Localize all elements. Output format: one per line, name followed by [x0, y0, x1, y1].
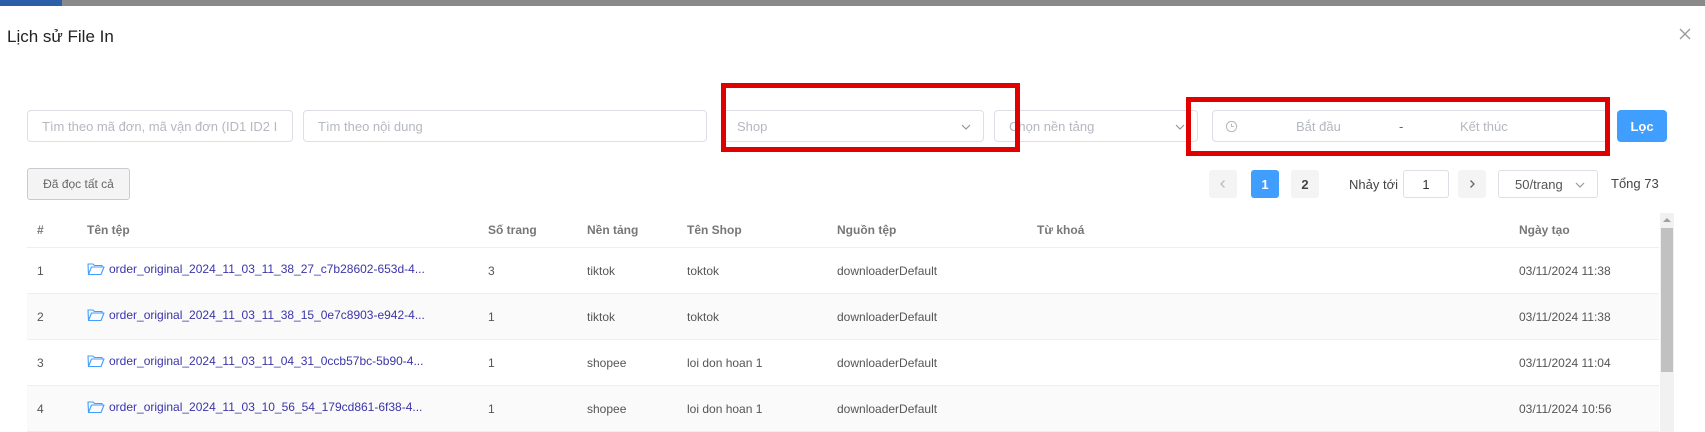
content-search-field[interactable] — [303, 110, 707, 142]
cell-created: 03/11/2024 11:38 — [1519, 310, 1611, 324]
cell-platform: tiktok — [587, 264, 616, 278]
table-row: 3 order_original_2024_11_03_11_04_31_0cc… — [27, 340, 1659, 386]
chevron-right-icon — [1470, 180, 1475, 188]
shop-select[interactable]: Shop — [722, 110, 984, 142]
window-top-bar — [0, 0, 1705, 6]
cell-platform: shopee — [587, 356, 627, 370]
date-start-input[interactable]: Bắt đầu — [1296, 119, 1341, 134]
clock-icon — [1225, 120, 1238, 133]
file-name-link[interactable]: order_original_2024_11_03_11_04_31_0ccb5… — [109, 354, 423, 368]
jump-to-label: Nhảy tới — [1349, 177, 1398, 192]
cell-file-name[interactable]: order_original_2024_11_03_11_04_31_0ccb5… — [87, 354, 423, 368]
cell-file-name[interactable]: order_original_2024_11_03_10_56_54_179cd… — [87, 400, 422, 414]
cell-created: 03/11/2024 11:38 — [1519, 264, 1611, 278]
scroll-up-icon[interactable] — [1662, 216, 1672, 224]
page-2-button[interactable]: 2 — [1291, 170, 1319, 198]
chevron-left-icon — [1220, 180, 1225, 188]
cell-index: 4 — [37, 402, 44, 416]
content-search-input[interactable] — [318, 118, 706, 134]
table-row: 2 order_original_2024_11_03_11_38_15_0e7… — [27, 294, 1659, 340]
folder-icon — [87, 309, 105, 322]
cell-pages: 1 — [488, 310, 495, 324]
table-header: # Tên tệp Số trang Nền tảng Tên Shop Ngu… — [27, 213, 1659, 248]
jump-to-input[interactable]: 1 — [1403, 170, 1449, 198]
folder-icon — [87, 355, 105, 368]
table-row: 1 order_original_2024_11_03_11_38_27_c7b… — [27, 248, 1659, 294]
scrollbar-thumb[interactable] — [1661, 228, 1673, 372]
header-source: Nguồn tệp — [837, 223, 897, 237]
platform-select-placeholder: Chọn nền tảng — [1009, 118, 1095, 134]
cell-source: downloaderDefault — [837, 264, 938, 278]
cell-index: 2 — [37, 310, 44, 324]
top-bar-accent — [0, 0, 62, 6]
order-search-input[interactable] — [42, 118, 292, 134]
table-row: 4 order_original_2024_11_03_10_56_54_179… — [27, 386, 1659, 432]
chevron-down-icon — [1175, 124, 1185, 130]
cell-index: 1 — [37, 264, 44, 278]
platform-select[interactable]: Chọn nền tảng — [994, 110, 1198, 142]
page-size-select[interactable]: 50/trang — [1498, 170, 1598, 198]
folder-icon — [87, 401, 105, 414]
cell-created: 03/11/2024 10:56 — [1519, 402, 1612, 416]
cell-created: 03/11/2024 11:04 — [1519, 356, 1611, 370]
cell-source: downloaderDefault — [837, 402, 938, 416]
cell-index: 3 — [37, 356, 44, 370]
cell-platform: shopee — [587, 402, 627, 416]
modal-title: Lịch sử File In — [7, 27, 114, 46]
header-pages: Số trang — [488, 223, 537, 237]
header-platform: Nền tảng — [587, 223, 639, 237]
file-name-link[interactable]: order_original_2024_11_03_11_38_27_c7b28… — [109, 262, 425, 276]
close-icon[interactable] — [1677, 26, 1693, 42]
date-range-picker[interactable]: Bắt đầu - Kết thúc — [1212, 110, 1609, 142]
cell-shop: loi don hoan 1 — [687, 356, 763, 370]
cell-source: downloaderDefault — [837, 310, 938, 324]
cell-file-name[interactable]: order_original_2024_11_03_11_38_27_c7b28… — [87, 262, 425, 276]
chevron-down-icon — [961, 124, 971, 130]
cell-shop: toktok — [687, 264, 720, 278]
shop-select-placeholder: Shop — [737, 118, 768, 134]
header-file-name: Tên tệp — [87, 223, 130, 237]
header-index: # — [37, 223, 44, 237]
cell-file-name[interactable]: order_original_2024_11_03_11_38_15_0e7c8… — [87, 308, 425, 322]
header-shop: Tên Shop — [687, 223, 742, 237]
chevron-down-icon — [1575, 182, 1585, 188]
order-search-field[interactable] — [27, 110, 293, 142]
prev-page-button[interactable] — [1209, 170, 1237, 198]
cell-pages: 1 — [488, 356, 495, 370]
cell-pages: 1 — [488, 402, 495, 416]
mark-all-read-button[interactable]: Đã đọc tất cả — [27, 168, 130, 200]
filter-button[interactable]: Lọc — [1617, 110, 1667, 142]
cell-source: downloaderDefault — [837, 356, 938, 370]
cell-platform: tiktok — [587, 310, 616, 324]
page-size-value: 50/trang — [1515, 176, 1563, 192]
date-end-input[interactable]: Kết thúc — [1460, 119, 1508, 134]
total-count: Tổng 73 — [1611, 176, 1659, 191]
cell-shop: loi don hoan 1 — [687, 402, 763, 416]
page-1-button[interactable]: 1 — [1251, 170, 1279, 198]
header-keyword: Từ khoá — [1037, 223, 1085, 237]
cell-shop: toktok — [687, 310, 720, 324]
file-name-link[interactable]: order_original_2024_11_03_10_56_54_179cd… — [109, 400, 422, 414]
folder-icon — [87, 263, 105, 276]
header-created: Ngày tạo — [1519, 223, 1570, 237]
date-separator: - — [1399, 119, 1404, 134]
cell-pages: 3 — [488, 264, 495, 278]
next-page-button[interactable] — [1458, 170, 1486, 198]
file-name-link[interactable]: order_original_2024_11_03_11_38_15_0e7c8… — [109, 308, 425, 322]
